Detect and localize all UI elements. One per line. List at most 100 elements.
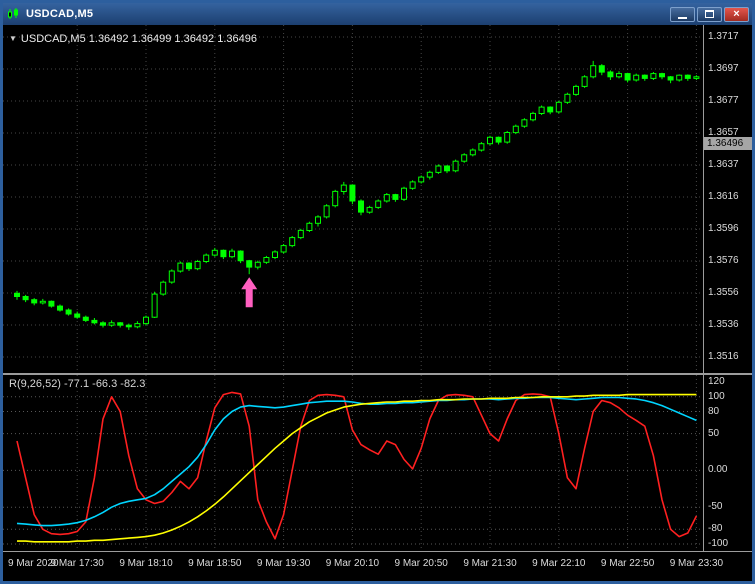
candle-body: [590, 65, 597, 78]
candle-body: [504, 132, 511, 143]
candle-body: [426, 171, 433, 178]
candle-body: [667, 76, 674, 81]
candle-body: [108, 322, 115, 326]
indicator-axis-label: 120: [708, 376, 725, 388]
price-axis-label: 1.3637: [708, 159, 739, 170]
time-axis-label: 9 Mar 17:30: [50, 558, 104, 569]
candle-body: [22, 296, 29, 301]
candle-body: [487, 136, 493, 145]
indicator-axis-label: 50: [708, 427, 720, 439]
indicator-readout: R(9,26,52) -77.1 -66.3 -82.3: [9, 378, 146, 390]
candle-body: [444, 165, 450, 172]
candle-body: [272, 251, 278, 258]
candle-body: [82, 316, 89, 321]
price-axis-label: 1.3717: [708, 31, 739, 42]
price-axis[interactable]: 1.3717 1.3697 1.3677 1.3657 1.3637 1.3616 1.35…: [708, 25, 752, 551]
time-axis-label: 9 Mar 20:50: [394, 558, 448, 569]
price-axis-label: 1.3677: [708, 95, 739, 106]
candle-body: [74, 313, 81, 318]
candle-body: [263, 257, 270, 263]
candle-body: [650, 73, 657, 79]
window-titlebar[interactable]: USDCAD,M5 ×: [3, 3, 752, 25]
ohlc-text: USDCAD,M5 1.36492 1.36499 1.36492 1.3649…: [20, 33, 257, 45]
candle-body: [452, 160, 459, 172]
candle-body: [495, 136, 502, 143]
panel-divider[interactable]: [3, 373, 752, 375]
minimize-button[interactable]: [670, 6, 695, 22]
candle-body: [280, 245, 287, 253]
candle-body: [211, 249, 218, 256]
time-axis-label: 9 Mar 18:50: [188, 558, 242, 569]
close-button[interactable]: ×: [724, 6, 749, 22]
candles: [14, 60, 700, 330]
indicator-axis-label: 100: [708, 390, 725, 402]
candle-body: [530, 112, 536, 121]
candle-body: [573, 85, 579, 95]
candle-body: [194, 261, 201, 270]
price-axis-label: 1.3556: [708, 287, 739, 298]
candle-body: [349, 184, 356, 202]
chart-content: ▼ USDCAD,M5 1.36492 1.36499 1.36492 1.364…: [3, 25, 752, 581]
candle-body: [323, 205, 330, 218]
candle-body: [401, 187, 407, 200]
candle-body: [512, 125, 519, 134]
buy-signal-arrow[interactable]: [241, 277, 258, 308]
candle-body: [65, 309, 72, 315]
candle-body: [125, 324, 132, 328]
candle-body: [598, 65, 605, 73]
candle-body: [392, 194, 399, 200]
indicator-chart[interactable]: [3, 375, 703, 551]
candle-body: [160, 281, 167, 295]
candle-body: [521, 119, 528, 127]
price-axis-label: 1.3616: [708, 191, 739, 202]
candle-body: [151, 293, 158, 318]
indicator-axis-label: 80: [708, 405, 720, 417]
candle-body: [358, 200, 364, 213]
candle-body: [676, 74, 683, 81]
candle-body: [538, 106, 545, 114]
candle-body: [435, 165, 442, 173]
price-axis-label: 1.3576: [708, 255, 739, 266]
price-axis-label: 1.3596: [708, 223, 739, 234]
candlestick-chart[interactable]: [3, 25, 703, 373]
candle-body: [100, 322, 106, 326]
time-axis-label: 9 Mar 21:30: [463, 558, 517, 569]
time-axis-label: 9 Mar 20:10: [325, 558, 380, 569]
candle-body: [684, 74, 691, 79]
time-axis-label: 9 Mar 19:30: [256, 558, 311, 569]
candle-body: [168, 270, 175, 283]
price-axis-label: 1.3536: [708, 319, 739, 330]
candle-body: [478, 143, 485, 151]
indicator-axis-label: -50: [708, 501, 723, 513]
candle-body: [117, 322, 124, 326]
candle-body: [91, 319, 98, 324]
candle-body: [297, 229, 304, 239]
candle-body: [375, 200, 382, 208]
time-axis-label: 9 Mar 18:10: [119, 558, 173, 569]
candle-body: [14, 292, 20, 297]
candle-body: [48, 300, 55, 307]
price-axis-label: 1.3516: [708, 351, 739, 362]
candle-body: [555, 101, 562, 113]
candle-body: [581, 76, 588, 87]
candle-body: [186, 262, 192, 270]
candle-body: [693, 76, 700, 79]
candle-body: [177, 262, 184, 272]
candle-body: [143, 316, 149, 325]
indicator-axis-label: -100: [708, 538, 729, 549]
indicator-lines: [16, 391, 698, 543]
r-medium-line: [16, 396, 697, 527]
candle-body: [633, 74, 640, 81]
time-axis-label: 9 Mar 22:50: [600, 558, 655, 569]
window-controls: ×: [670, 6, 749, 22]
time-axis-label: 9 Mar 22:10: [532, 558, 586, 569]
maximize-button[interactable]: [697, 6, 722, 22]
candle-body: [659, 73, 665, 78]
candle-body: [220, 249, 227, 258]
candle-body: [229, 250, 235, 258]
candle-body: [237, 250, 244, 262]
price-axis-label: 1.3697: [708, 63, 739, 74]
candle-body: [57, 305, 63, 311]
time-axis[interactable]: 9 Mar 2020 9 Mar 17:30 9 Mar 18:10 9 Mar 18…: [3, 551, 752, 581]
candle-body: [641, 74, 648, 79]
